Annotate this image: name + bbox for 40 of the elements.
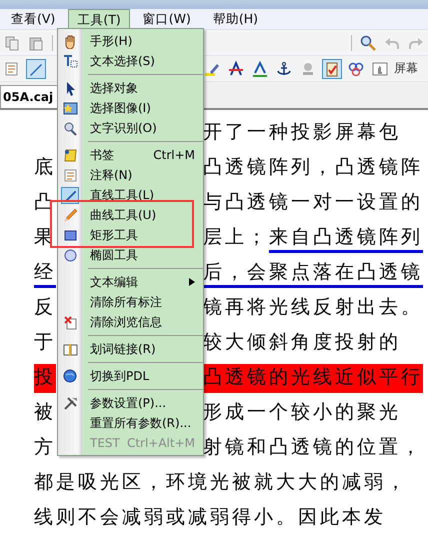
- menu-title[interactable]: 工具(T): [68, 8, 130, 30]
- menu-title[interactable]: 窗口(W): [134, 8, 200, 30]
- document-text: 线则不会减弱或减弱得小。因此本发: [34, 505, 386, 530]
- document-text: 来自凸透镜阵列: [269, 224, 423, 253]
- menu-item[interactable]: 椭圆工具: [58, 245, 203, 265]
- menu-title[interactable]: 帮助(H): [204, 8, 267, 30]
- menu-item[interactable]: 参数设置(P)...: [58, 393, 203, 413]
- menu-item[interactable]: 注释(N): [58, 165, 203, 185]
- document-text: 形成一个较小的聚光: [203, 400, 401, 425]
- document-text: 层上；: [203, 225, 269, 250]
- menu-item[interactable]: 直线工具(L): [58, 185, 203, 205]
- menu-item[interactable]: 重置所有参数(R)...: [58, 413, 203, 433]
- document-text: 底: [34, 155, 56, 180]
- menu-item[interactable]: 文字识别(O): [58, 118, 203, 138]
- document-text: 方: [34, 435, 56, 460]
- document-text: 开了一种投影屏幕包: [203, 120, 401, 145]
- document-text: 凸透镜阵列，凸透镜阵: [203, 155, 423, 180]
- menu-item[interactable]: 矩形工具: [58, 225, 203, 245]
- menu-item[interactable]: 文本选择(S): [58, 51, 203, 71]
- menu-title[interactable]: 查看(V): [2, 8, 64, 30]
- menu-item[interactable]: 书签 Ctrl+M: [58, 145, 203, 165]
- menu-item[interactable]: 文本编辑: [58, 272, 203, 292]
- toolbar-label: 屏幕: [394, 60, 418, 77]
- menu-item[interactable]: 划词链接(R): [58, 339, 203, 359]
- menu-item[interactable]: 曲线工具(U): [58, 205, 203, 225]
- document-text: 射镜和凸透镜的位置，: [203, 435, 423, 460]
- menu-item[interactable]: 清除浏览信息: [58, 312, 203, 332]
- document-text: 较大倾斜角度投射的: [203, 330, 401, 355]
- menu-item[interactable]: 清除所有标注: [58, 292, 203, 312]
- document-text: 投: [34, 364, 56, 393]
- document-text: 凸透镜的光线近似平行: [203, 364, 423, 393]
- document-text: 反: [34, 295, 56, 320]
- document-text: 于: [34, 330, 56, 355]
- document-text: 都是吸光区，环境光被就大大的减弱，: [34, 470, 408, 495]
- document-text: 果: [34, 225, 56, 250]
- menu-item[interactable]: 切换到PDL: [58, 366, 203, 386]
- document-text: 镜再将光线反射出去。: [203, 295, 423, 320]
- document-text: 被: [34, 400, 56, 425]
- document-text: 与凸透镜一对一设置的: [203, 190, 423, 215]
- menu-item[interactable]: 手形(H): [58, 31, 203, 51]
